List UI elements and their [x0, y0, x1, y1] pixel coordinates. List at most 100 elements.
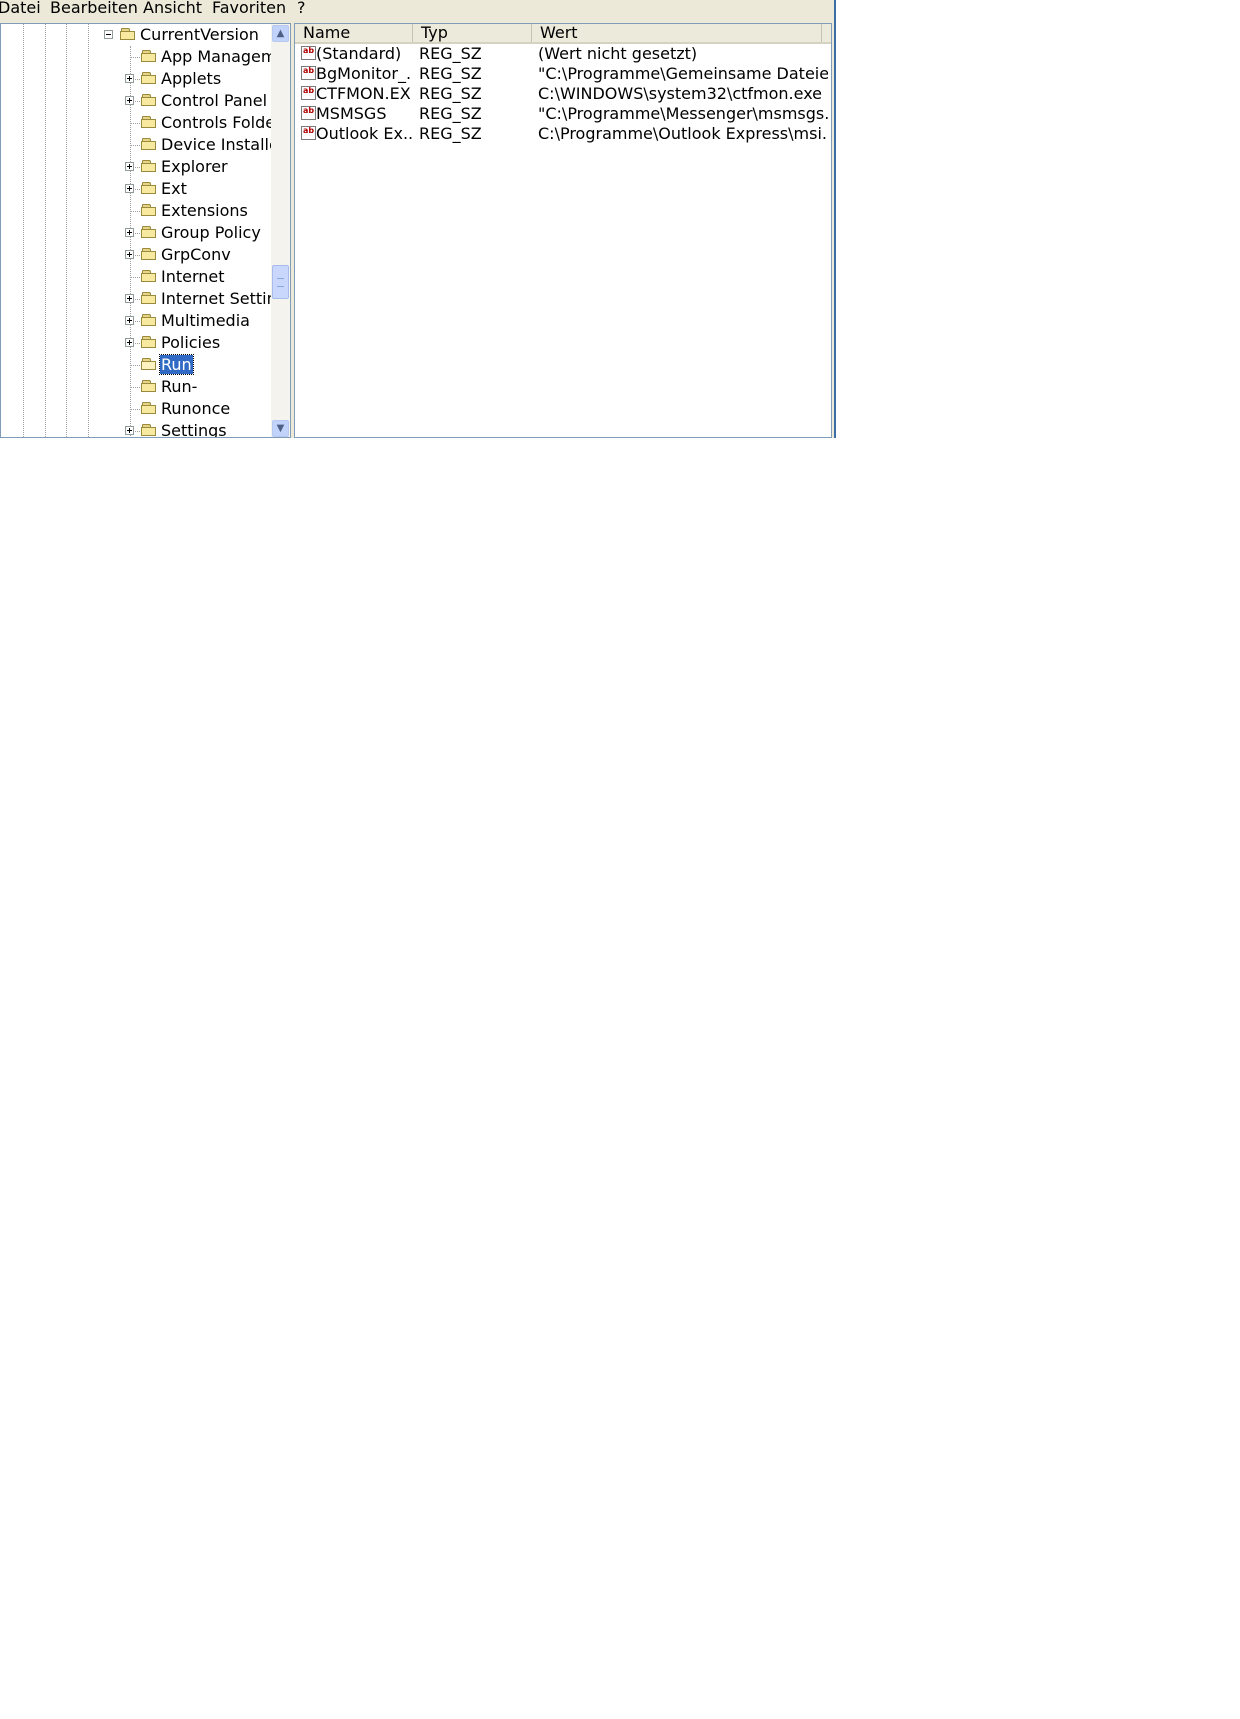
column-header-type[interactable]: Typ	[413, 24, 532, 42]
folder-body	[141, 383, 156, 392]
registry-tree-pane[interactable]: CurrentVersion App Manageme Applets Control…	[0, 23, 291, 438]
folder-icon	[141, 292, 157, 305]
tree-item-label: Settings	[161, 421, 227, 438]
tree-connector	[131, 277, 140, 278]
value-data: C:\Programme\Outlook Express\msi...	[538, 124, 828, 143]
tree-item[interactable]: Internet Setting	[1, 288, 287, 310]
expand-plus-icon[interactable]	[125, 316, 134, 325]
folder-body	[141, 53, 156, 62]
scroll-up-button[interactable]: ▲	[272, 25, 289, 42]
expand-plus-icon[interactable]	[125, 74, 134, 83]
tree-item-label: Run	[159, 354, 194, 375]
folder-icon	[141, 50, 157, 63]
expand-plus-icon[interactable]	[125, 338, 134, 347]
folder-body	[141, 75, 156, 84]
value-type: REG_SZ	[419, 104, 482, 123]
folder-icon	[141, 72, 157, 85]
tree-item[interactable]: Policies	[1, 332, 271, 354]
tree-item[interactable]: Settings	[1, 420, 271, 438]
reg-sz-icon-glyph: ab	[302, 86, 315, 95]
reg-sz-icon-glyph: ab	[302, 126, 315, 135]
tree-item-label: Internet	[161, 267, 225, 286]
expand-plus-icon[interactable]	[125, 426, 134, 435]
scroll-up-arrow-icon: ▲	[276, 28, 285, 39]
folder-body	[141, 163, 156, 172]
registry-value-row[interactable]: ab CTFMON.EXE REG_SZ C:\WINDOWS\system32\ct…	[295, 84, 831, 104]
tree-item[interactable]: Explorer	[1, 156, 271, 178]
expand-plus-icon[interactable]	[125, 162, 134, 171]
column-header-name[interactable]: Name	[295, 24, 413, 42]
tree-item[interactable]: Multimedia	[1, 310, 271, 332]
folder-body	[141, 427, 156, 436]
tree-item[interactable]: Ext	[1, 178, 271, 200]
folder-body	[141, 141, 156, 150]
tree-item-label: Device Installer	[161, 135, 286, 154]
folder-icon	[141, 160, 157, 173]
tree-item[interactable]: GrpConv	[1, 244, 271, 266]
tree-item[interactable]: App Manageme	[1, 46, 286, 68]
tree-item[interactable]: CurrentVersion	[1, 24, 271, 46]
folder-icon	[141, 226, 157, 239]
expand-plus-icon[interactable]	[125, 96, 134, 105]
scroll-down-button[interactable]: ▼	[272, 420, 289, 437]
registry-value-row[interactable]: ab BgMonitor_... REG_SZ "C:\Programme\Gemei…	[295, 64, 831, 84]
registry-value-row[interactable]: ab (Standard) REG_SZ (Wert nicht gesetzt)	[295, 44, 831, 64]
folder-icon	[141, 204, 157, 217]
menu-bearbeiten[interactable]: Bearbeiten	[50, 0, 138, 22]
tree-item[interactable]: Group Policy	[1, 222, 271, 244]
tree-item[interactable]: Applets	[1, 68, 271, 90]
tree-item[interactable]: Device Installer	[1, 134, 285, 156]
tree-vertical-scrollbar[interactable]: ▲ ▼	[271, 24, 290, 437]
folder-icon	[141, 116, 157, 129]
expand-plus-icon[interactable]	[125, 250, 134, 259]
folder-body	[120, 31, 135, 40]
reg-sz-icon: ab	[301, 106, 316, 120]
tree-connector	[131, 145, 140, 146]
menu-favoriten[interactable]: Favoriten	[212, 0, 286, 22]
folder-icon	[141, 314, 157, 327]
tree-item-label: Applets	[161, 69, 222, 88]
tree-item[interactable]: Internet	[1, 266, 271, 288]
tree-item-label: Explorer	[161, 157, 228, 176]
registry-values-pane[interactable]: Name Typ Wert ab (Standard) REG_SZ (Wert ni…	[294, 23, 832, 438]
expand-plus-icon[interactable]	[125, 184, 134, 193]
folder-open-icon	[141, 358, 157, 371]
menu-ansicht[interactable]: Ansicht	[143, 0, 202, 22]
tree-item[interactable]: Extensions	[1, 200, 271, 222]
tree-connector	[131, 387, 140, 388]
folder-icon	[141, 138, 157, 151]
expand-plus-icon[interactable]	[125, 294, 134, 303]
scroll-down-arrow-icon: ▼	[276, 423, 285, 434]
menu-datei[interactable]: Datei	[0, 0, 41, 22]
reg-sz-icon: ab	[301, 46, 316, 60]
tree-item[interactable]: Run	[1, 354, 271, 376]
registry-value-row[interactable]: ab MSMSGS REG_SZ "C:\Programme\Messenger\ms…	[295, 104, 831, 124]
folder-icon	[141, 182, 157, 195]
folder-icon	[141, 94, 157, 107]
value-type: REG_SZ	[419, 64, 482, 83]
value-name: BgMonitor_...	[316, 64, 412, 83]
folder-body	[141, 185, 156, 194]
menu-bar: Datei Bearbeiten Ansicht Favoriten ?	[0, 0, 834, 22]
reg-sz-icon: ab	[301, 86, 316, 100]
folder-body	[141, 229, 156, 238]
scrollbar-thumb[interactable]	[272, 265, 289, 299]
tree-item-label: Extensions	[161, 201, 248, 220]
tree-item[interactable]: Run-	[1, 376, 271, 398]
expand-plus-icon[interactable]	[125, 228, 134, 237]
folder-icon	[141, 402, 157, 415]
folder-body	[141, 339, 156, 348]
folder-icon	[141, 248, 157, 261]
reg-sz-icon: ab	[301, 126, 316, 140]
registry-value-row[interactable]: ab Outlook Ex... REG_SZ C:\Programme\Outloo…	[295, 124, 831, 144]
tree-item[interactable]: Runonce	[1, 398, 271, 420]
folder-body	[141, 295, 156, 304]
tree-item[interactable]: Controls Folder	[1, 112, 282, 134]
value-name: Outlook Ex...	[316, 124, 412, 143]
folder-icon	[120, 28, 136, 41]
tree-item-label: CurrentVersion	[140, 25, 259, 44]
tree-item[interactable]: Control Panel	[1, 90, 271, 112]
column-header-value[interactable]: Wert	[532, 24, 822, 42]
collapse-minus-icon[interactable]	[104, 30, 113, 39]
menu-help[interactable]: ?	[297, 0, 306, 22]
